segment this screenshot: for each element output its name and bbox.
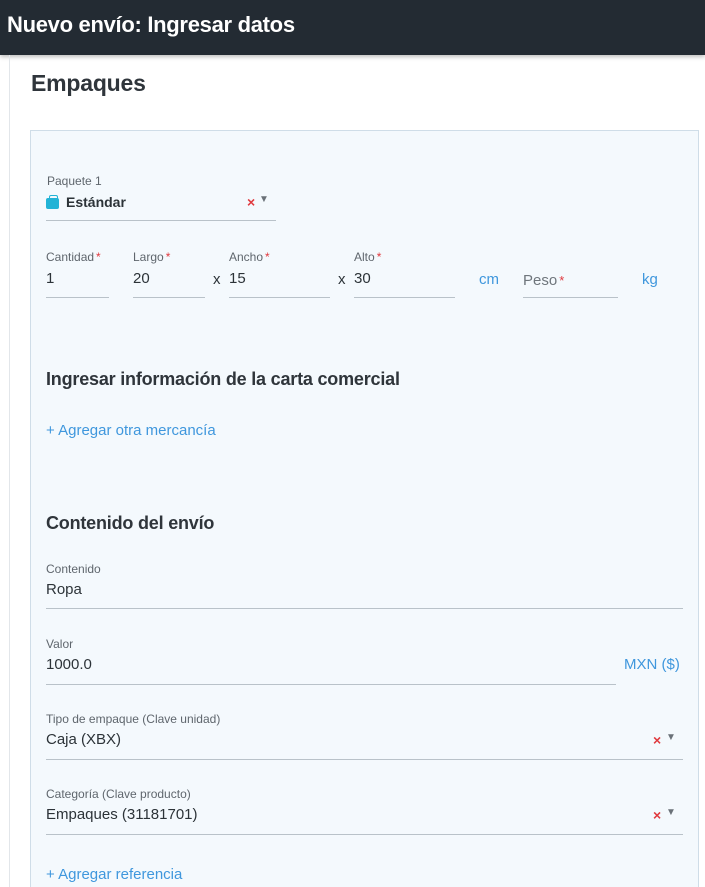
packaging-type-select[interactable]: Caja (XBX) × ▼ bbox=[46, 731, 683, 759]
dimension-unit: cm bbox=[479, 271, 499, 288]
width-input[interactable]: 15 bbox=[229, 270, 330, 298]
length-input[interactable]: 20 bbox=[133, 270, 205, 298]
width-underline bbox=[229, 297, 330, 298]
add-reference-link[interactable]: + Agregar referencia bbox=[46, 866, 182, 883]
top-bar: Nuevo envío: Ingresar datos bbox=[0, 0, 705, 55]
height-input[interactable]: 30 bbox=[354, 270, 455, 298]
left-divider bbox=[9, 55, 10, 887]
length-label: Largo * bbox=[133, 250, 171, 264]
height-underline bbox=[354, 297, 455, 298]
packaging-type-label: Tipo de empaque (Clave unidad) bbox=[46, 712, 221, 726]
content-input[interactable]: Ropa bbox=[46, 581, 683, 609]
package-panel bbox=[30, 130, 699, 887]
packaging-type-underline bbox=[46, 759, 683, 760]
package-select-underline bbox=[46, 220, 276, 221]
width-label: Ancho * bbox=[229, 250, 270, 264]
section-title: Empaques bbox=[31, 70, 146, 96]
chevron-down-icon[interactable]: ▼ bbox=[259, 194, 269, 205]
package-icon bbox=[46, 195, 59, 209]
required-mark: * bbox=[559, 273, 565, 288]
category-label: Categoría (Clave producto) bbox=[46, 787, 191, 801]
weight-input[interactable]: Peso * bbox=[523, 272, 618, 298]
quantity-input[interactable]: 1 bbox=[46, 270, 109, 298]
commercial-section-title: Ingresar información de la carta comerci… bbox=[46, 369, 400, 389]
currency-unit: MXN ($) bbox=[624, 656, 680, 673]
contents-section-title: Contenido del envío bbox=[46, 513, 215, 533]
times-separator: x bbox=[213, 271, 221, 288]
packaging-type-value: Caja (XBX) bbox=[46, 731, 122, 748]
clear-icon[interactable]: × bbox=[653, 732, 661, 748]
height-label: Alto * bbox=[354, 250, 382, 264]
chevron-down-icon[interactable]: ▼ bbox=[666, 807, 676, 818]
chevron-down-icon[interactable]: ▼ bbox=[666, 732, 676, 743]
value-underline bbox=[46, 684, 616, 685]
weight-unit: kg bbox=[642, 271, 658, 288]
quantity-underline bbox=[46, 297, 109, 298]
category-underline bbox=[46, 834, 683, 835]
content-label: Contenido bbox=[46, 562, 101, 576]
package-type-select[interactable]: Estándar × ▼ bbox=[46, 192, 276, 222]
add-merchandise-link[interactable]: + Agregar otra mercancía bbox=[46, 422, 216, 439]
value-input[interactable]: 1000.0 bbox=[46, 656, 616, 684]
times-separator: x bbox=[338, 271, 346, 288]
length-underline bbox=[133, 297, 205, 298]
page-title: Nuevo envío: Ingresar datos bbox=[7, 12, 295, 37]
package-type-value: Estándar bbox=[66, 194, 126, 210]
value-label: Valor bbox=[46, 637, 74, 651]
clear-icon[interactable]: × bbox=[653, 807, 661, 823]
package-label: Paquete 1 bbox=[47, 174, 102, 188]
clear-icon[interactable]: × bbox=[247, 194, 255, 210]
content-underline bbox=[46, 608, 683, 609]
weight-underline bbox=[523, 297, 618, 298]
quantity-label: Cantidad * bbox=[46, 250, 101, 264]
category-value: Empaques (31181701) bbox=[46, 806, 198, 823]
weight-placeholder: Peso bbox=[523, 272, 558, 289]
category-select[interactable]: Empaques (31181701) × ▼ bbox=[46, 806, 683, 834]
